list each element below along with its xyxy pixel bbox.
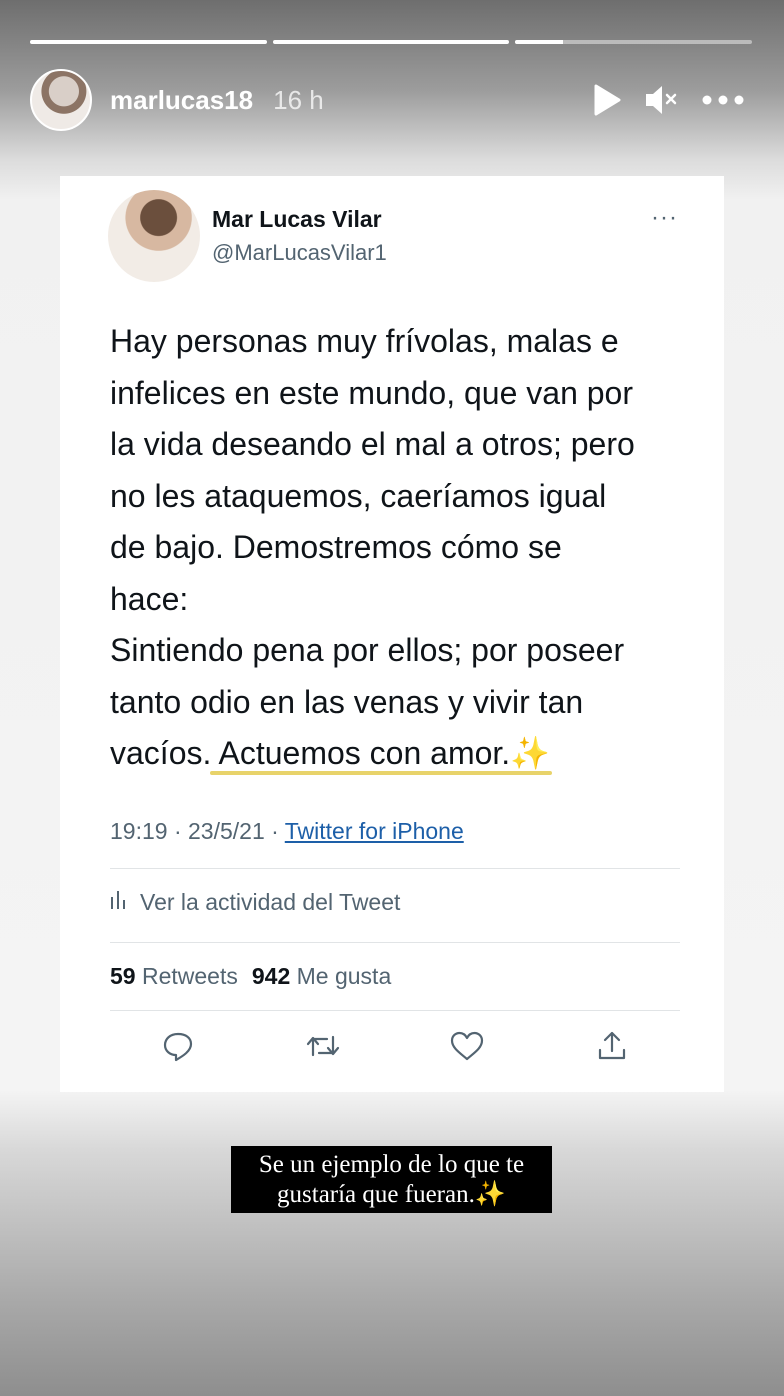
retweets-count: 59 (110, 963, 136, 989)
likes-stat[interactable]: 942 Me gusta (252, 963, 391, 990)
progress-segment-2 (272, 40, 510, 44)
retweets-label: Retweets (141, 963, 238, 989)
story-caption: Se un ejemplo de lo que te gustaría que … (231, 1146, 552, 1213)
tweet-author-name[interactable]: Mar Lucas Vilar (212, 206, 382, 233)
caption-line-2-text: gustaría que fueran. (277, 1181, 475, 1208)
text-highlight-underline (210, 771, 552, 775)
tweet-activity-label: Ver la actividad del Tweet (140, 888, 401, 915)
tweet-source-link[interactable]: Twitter for iPhone (285, 818, 464, 844)
likes-count: 942 (251, 963, 291, 989)
reply-icon[interactable] (160, 1028, 196, 1064)
progress-fill-2 (272, 40, 510, 44)
tweet-activity-link[interactable]: Ver la actividad del Tweet (110, 888, 400, 916)
likes-label: Me gusta (296, 963, 392, 989)
story-username[interactable]: marlucas18 (110, 85, 253, 116)
tweet-author-handle[interactable]: @MarLucasVilar1 (212, 240, 387, 266)
progress-segment-1 (30, 40, 267, 44)
story-controls (592, 83, 744, 117)
more-options-icon[interactable] (702, 95, 744, 105)
caption-line-1: Se un ejemplo de lo que te (258, 1151, 525, 1178)
tweet-card: Mar Lucas Vilar @MarLucasVilar1 ··· Hay … (60, 176, 724, 1092)
story-avatar[interactable] (30, 69, 92, 131)
sparkles-emoji: ✨ (510, 735, 551, 771)
tweet-author-avatar[interactable] (108, 190, 200, 282)
progress-fill-3 (515, 40, 563, 44)
caption-line-2: gustaría que fueran.✨ (231, 1180, 552, 1210)
play-icon[interactable] (592, 84, 622, 116)
caption-sparkles-emoji: ✨ (474, 1181, 506, 1208)
story-time-ago: 16 h (273, 84, 324, 115)
retweets-stat[interactable]: 59 Retweets (110, 963, 238, 990)
tweet-body: Hay personas muy frívolas, malas e infel… (110, 316, 690, 780)
tweet-timestamp: 19:19 · 23/5/21 · (110, 818, 285, 844)
progress-fill-1 (30, 40, 267, 44)
progress-segment-3 (515, 40, 753, 44)
tweet-actions (160, 1028, 630, 1064)
tweet-metadata: 19:19 · 23/5/21 · Twitter for iPhone (110, 818, 464, 845)
mute-icon[interactable] (644, 83, 680, 117)
tweet-stats: 59 Retweets 942 Me gusta (110, 963, 391, 990)
tweet-more-options-icon[interactable]: ··· (651, 204, 678, 232)
retweet-icon[interactable] (305, 1028, 341, 1064)
divider (110, 942, 680, 943)
like-icon[interactable] (449, 1028, 485, 1064)
story-header: marlucas18 16 h (30, 68, 744, 132)
tweet-body-text: Hay personas muy frívolas, malas e infel… (110, 323, 635, 771)
analytics-icon (110, 888, 126, 916)
divider (110, 868, 680, 869)
share-icon[interactable] (594, 1028, 630, 1064)
story-progress-bar (30, 40, 753, 44)
divider (110, 1010, 680, 1011)
